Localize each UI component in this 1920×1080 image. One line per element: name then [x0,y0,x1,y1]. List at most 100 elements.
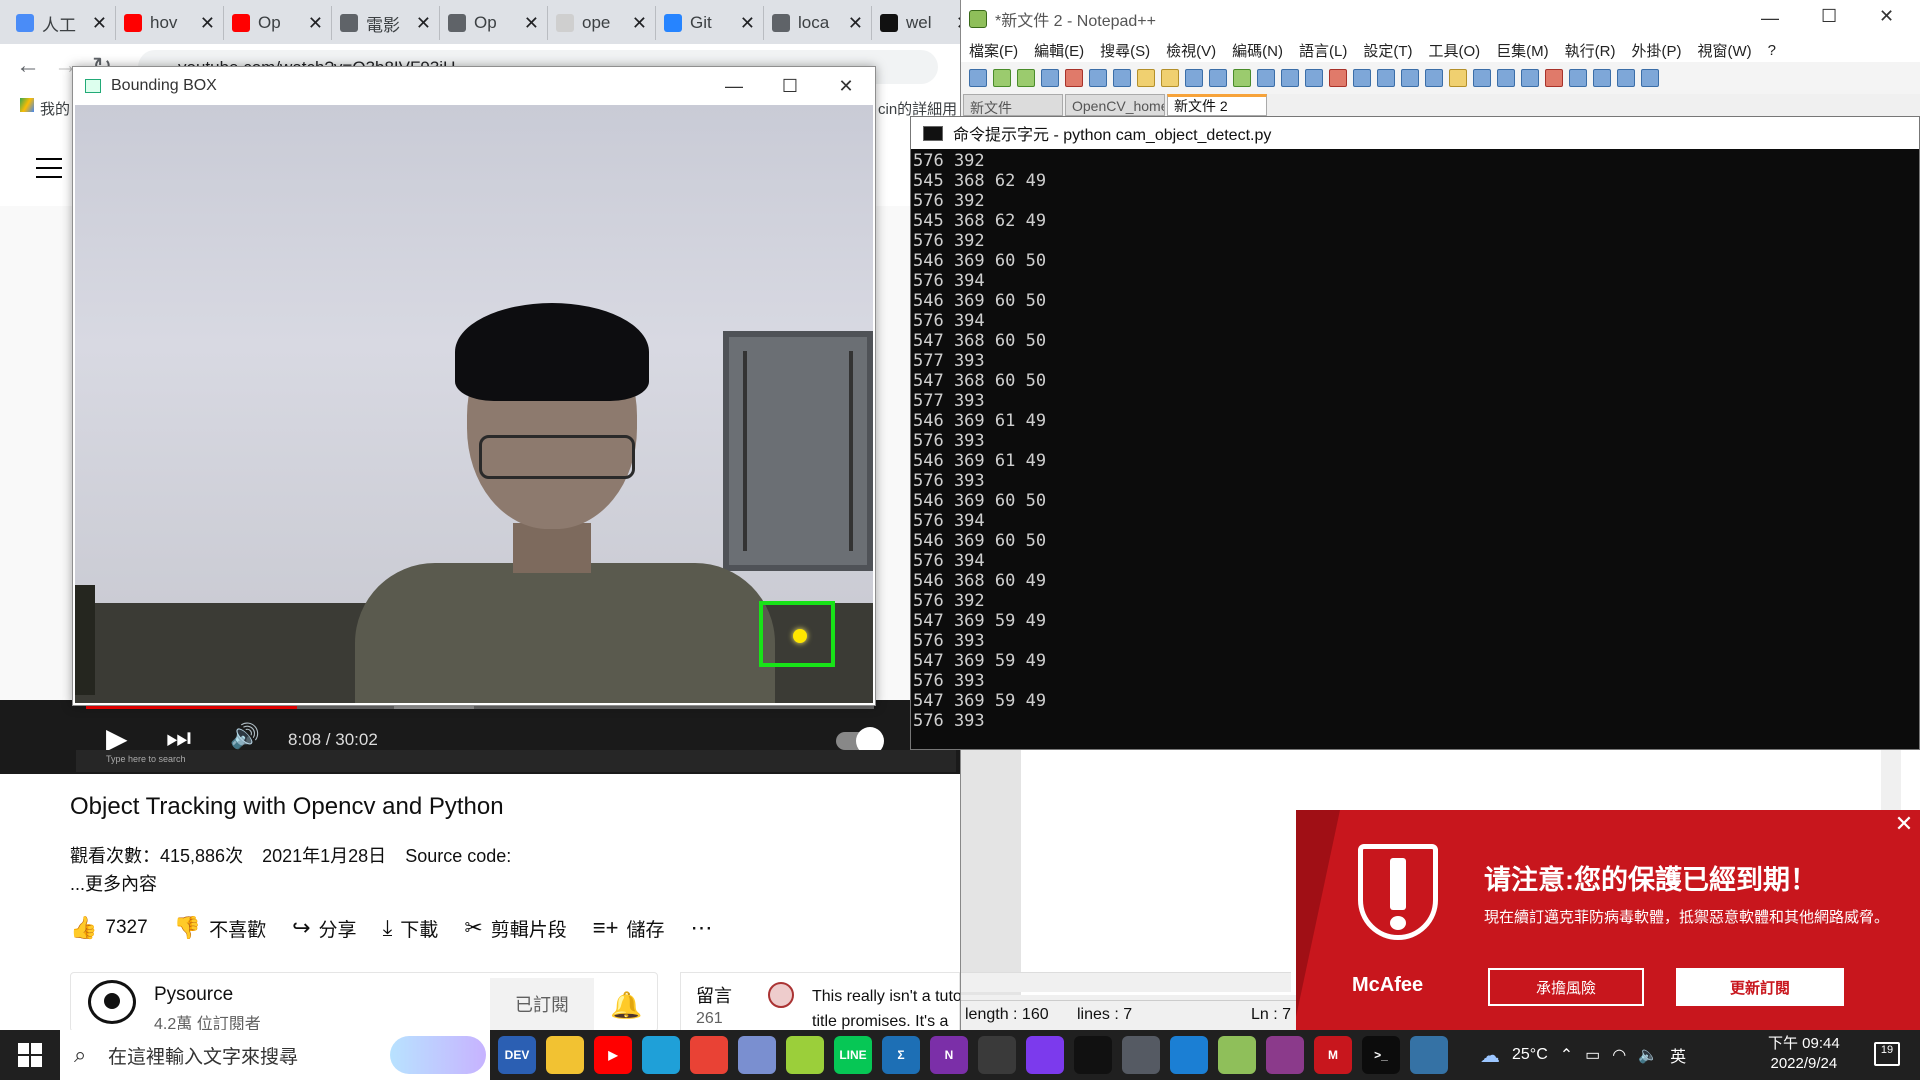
toolbar-button-icon[interactable] [1353,69,1371,87]
like-button[interactable]: 👍 7327 [70,915,148,941]
toolbar-button-icon[interactable] [1305,69,1323,87]
toolbar-button-icon[interactable] [1065,69,1083,87]
more-actions-button[interactable]: ⋯ [690,915,712,941]
tab-close-icon[interactable]: ✕ [740,13,755,34]
menu-item[interactable]: 檔案(F) [969,40,1018,61]
toolbar-button-icon[interactable] [1593,69,1611,87]
share-button[interactable]: ↪ 分享 [292,915,356,942]
maximize-button[interactable]: ☐ [1821,6,1837,27]
mcafee-icon[interactable]: M [1314,1036,1352,1074]
chrome-tab[interactable]: loca ✕ [764,6,872,40]
horizontal-scrollbar[interactable] [961,972,1291,992]
menu-item[interactable]: ? [1768,42,1776,59]
chrome-tab[interactable]: Op ✕ [224,6,332,40]
tab-close-icon[interactable]: ✕ [524,13,539,34]
toolbar-button-icon[interactable] [1089,69,1107,87]
chrome-tab[interactable]: 人工 ✕ [8,6,116,40]
minimize-button[interactable]: — [1761,8,1779,29]
toolbar-button-icon[interactable] [1425,69,1443,87]
chrome-tab[interactable]: Op ✕ [440,6,548,40]
toolbar-button-icon[interactable] [1209,69,1227,87]
toolbar-button-icon[interactable] [1017,69,1035,87]
photos-icon[interactable] [1170,1036,1208,1074]
menu-icon[interactable] [36,158,62,178]
toolbar-button-icon[interactable] [1137,69,1155,87]
line-icon[interactable]: LINE [834,1036,872,1074]
menu-item[interactable]: 檢視(V) [1166,40,1216,61]
toolbar-button-icon[interactable] [1617,69,1635,87]
tab-close-icon[interactable]: ✕ [92,13,107,34]
menu-item[interactable]: 設定(T) [1363,40,1412,61]
dislike-button[interactable]: 👎 不喜歡 [174,915,266,942]
save-button[interactable]: ≡+ 儲存 [593,915,665,942]
toolbar-button-icon[interactable] [1521,69,1539,87]
bbox-maximize-button[interactable]: ☐ [761,67,819,105]
chrome-tab[interactable]: hov ✕ [116,6,224,40]
windows-start-icon[interactable] [18,1043,42,1067]
tab-close-icon[interactable]: ✕ [416,13,431,34]
menu-item[interactable]: 執行(R) [1565,40,1616,61]
notepadpp-tab[interactable]: 新文件 2 [1167,94,1267,116]
notification-center-icon[interactable]: 19 [1874,1042,1900,1066]
bbox-close-button[interactable]: ✕ [817,67,875,105]
onenote-icon[interactable]: N [930,1036,968,1074]
winrar-icon[interactable] [1266,1036,1304,1074]
youtube-icon[interactable]: ▶ [594,1036,632,1074]
speaker-icon[interactable]: 🔈 [1638,1045,1658,1065]
menu-item[interactable]: 外掛(P) [1631,40,1681,61]
notepadpp-tab[interactable]: 新文件 [963,94,1063,116]
bell-icon[interactable]: 🔔 [610,990,642,1021]
toolbar-button-icon[interactable] [1449,69,1467,87]
toolbar-button-icon[interactable] [1281,69,1299,87]
tab-close-icon[interactable]: ✕ [200,13,215,34]
notepadpp-tab[interactable]: OpenCV_homework [1065,94,1165,116]
pea-icon[interactable] [786,1036,824,1074]
tab-close-icon[interactable]: ✕ [632,13,647,34]
toolbar-button-icon[interactable] [993,69,1011,87]
tab-close-icon[interactable]: ✕ [848,13,863,34]
subscribed-button[interactable]: 已訂閱 [490,978,594,1030]
menu-item[interactable]: 工具(O) [1428,40,1480,61]
weather-temp[interactable]: 25°C [1512,1046,1548,1064]
sigma-icon[interactable]: Σ [882,1036,920,1074]
edge-icon[interactable] [642,1036,680,1074]
toolbar-button-icon[interactable] [1545,69,1563,87]
menu-item[interactable]: 巨集(M) [1496,40,1549,61]
chrome-icon[interactable] [690,1036,728,1074]
renew-subscription-button[interactable]: 更新訂閱 [1676,968,1844,1006]
tab-close-icon[interactable]: ✕ [308,13,323,34]
menu-item[interactable]: 編碼(N) [1232,40,1283,61]
channel-avatar[interactable] [88,980,136,1024]
bookmark-item[interactable]: 我的 [40,98,70,119]
toolbar-button-icon[interactable] [1161,69,1179,87]
toolbar-button-icon[interactable] [1473,69,1491,87]
menu-item[interactable]: 編輯(E) [1034,40,1084,61]
toolbar-button-icon[interactable] [1113,69,1131,87]
python-icon[interactable] [1410,1036,1448,1074]
menu-item[interactable]: 視窗(W) [1697,40,1751,61]
snip-icon[interactable] [978,1036,1016,1074]
toolbar-button-icon[interactable] [969,69,987,87]
toolbar-button-icon[interactable] [1377,69,1395,87]
toolbar-button-icon[interactable] [1257,69,1275,87]
cmd-output[interactable]: 576 392 545 368 62 49 576 392 545 368 62 49… [911,151,1919,747]
toolbar-button-icon[interactable] [1233,69,1251,87]
chrome-tab[interactable]: Git ✕ [656,6,764,40]
toolbar-button-icon[interactable] [1641,69,1659,87]
autoplay-toggle[interactable] [836,727,884,755]
clock[interactable]: 下午 09:44 2022/9/24 [1768,1034,1840,1074]
accept-risk-button[interactable]: 承擔風險 [1488,968,1644,1006]
file-explorer-icon[interactable] [546,1036,584,1074]
mcafee-close-icon[interactable]: ✕ [1892,812,1916,836]
chrome-tab[interactable]: ope ✕ [548,6,656,40]
ime-indicator[interactable]: 英 [1670,1043,1686,1067]
volume-icon[interactable]: 🔊 [230,722,260,751]
toolbar-button-icon[interactable] [1569,69,1587,87]
menu-item[interactable]: 搜尋(S) [1100,40,1150,61]
clip-button[interactable]: ✂ 剪輯片段 [464,915,566,942]
channel-name[interactable]: Pysource [154,984,233,1006]
close-button[interactable]: ✕ [1879,6,1894,27]
obsidian-icon[interactable] [1026,1036,1064,1074]
menu-item[interactable]: 語言(L) [1299,40,1347,61]
toolbar-button-icon[interactable] [1401,69,1419,87]
